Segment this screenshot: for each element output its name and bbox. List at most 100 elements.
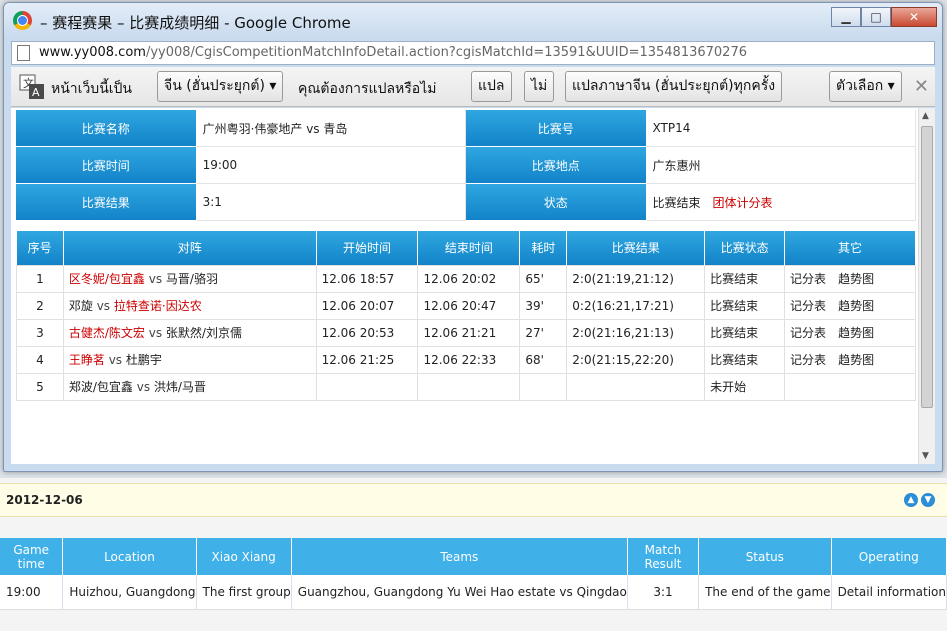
match-info-table: 比赛名称 广州粤羽·伟豪地产 vs 青岛 比赛号 XTP14 比赛时间 19:0… — [16, 110, 916, 221]
cell-matchup: 区冬妮/包宜鑫 vs 马晋/骆羽 — [62, 264, 317, 293]
scoresheet-link[interactable]: 记分表 — [790, 353, 826, 367]
collapse-up-icon[interactable]: ▲ — [904, 493, 918, 507]
right-players: 杜鹏宇 — [125, 353, 162, 367]
value-match-venue: 广东惠州 — [646, 147, 916, 184]
options-label: ตัวเลือก — [836, 78, 884, 94]
col-location: Location — [62, 538, 197, 575]
left-players: 区冬妮/包宜鑫 — [68, 272, 145, 286]
page-content: 比赛名称 广州粤羽·伟豪地产 vs 青岛 比赛号 XTP14 比赛时间 19:0… — [11, 108, 935, 464]
cell-start: 12.06 18:57 — [315, 264, 419, 293]
trend-chart-link[interactable]: 趋势图 — [838, 299, 874, 313]
value-match-number: XTP14 — [646, 110, 916, 147]
right-players: 洪炜/马晋 — [153, 380, 206, 394]
cell-location: Huizhou, Guangdong — [62, 575, 197, 610]
translate-prefix: หน้าเว็บนี้เป็น — [51, 81, 133, 97]
scroll-up-icon[interactable]: ▲ — [922, 111, 929, 121]
cell-duration — [519, 372, 568, 401]
cell-status: 比赛结束 — [704, 291, 786, 320]
label-match-number: 比赛号 — [465, 110, 647, 147]
cell-teams: Guangzhou, Guangdong Yu Wei Hao estate v… — [291, 575, 628, 610]
cell-number: 3 — [16, 318, 64, 347]
window-title: – 赛程赛果 – 比赛成绩明细 - Google Chrome — [40, 14, 351, 32]
vertical-scrollbar[interactable]: ▲ ▼ — [918, 108, 935, 464]
table-row: 3 古健杰/陈文宏 vs 张默然/刘京儒 12.06 20:53 12.06 2… — [16, 318, 916, 347]
date-bar: 2012-12-06 ▲ ▼ — [0, 483, 947, 517]
table-row: 4 王睁茗 vs 杜鹏宇 12.06 21:25 12.06 22:33 68'… — [16, 345, 916, 374]
col-status: Status — [698, 538, 832, 575]
col-other: 其它 — [784, 231, 916, 265]
trend-chart-link[interactable]: 趋势图 — [838, 326, 874, 340]
cell-other: 记分表 趋势图 — [784, 264, 916, 293]
page-icon — [17, 45, 30, 61]
col-matchup: 对阵 — [63, 231, 317, 265]
close-window-button[interactable]: ✕ — [891, 7, 937, 27]
info-row: 比赛名称 广州粤羽·伟豪地产 vs 青岛 比赛号 XTP14 — [16, 110, 916, 147]
url-text[interactable]: www.yy008.com/yy008/CgisCompetitionMatch… — [39, 45, 747, 60]
scroll-thumb[interactable] — [921, 126, 933, 408]
vs-label: vs — [108, 353, 123, 367]
cell-start: 12.06 20:07 — [315, 291, 419, 320]
maximize-button[interactable]: □ — [861, 7, 891, 27]
value-status: 比赛结束 团体计分表 — [646, 184, 916, 221]
close-translate-icon[interactable]: ✕ — [914, 76, 929, 97]
cell-end: 12.06 20:47 — [417, 291, 521, 320]
url-host: www.yy008.com — [39, 45, 146, 60]
vs-label: vs — [136, 380, 151, 394]
title-bar[interactable]: – 赛程赛果 – 比赛成绩明细 - Google Chrome ▁ □ ✕ — [4, 3, 942, 39]
scoresheet-link[interactable]: 记分表 — [790, 326, 826, 340]
right-players: 拉特查诺·因达农 — [113, 299, 202, 313]
cell-duration: 65' — [519, 264, 568, 293]
cell-game-time: 19:00 — [0, 575, 64, 610]
scoresheet-link[interactable]: 记分表 — [790, 299, 826, 313]
cell-result — [566, 372, 706, 401]
col-start-time: 开始时间 — [316, 231, 419, 265]
always-translate-button[interactable]: แปลภาษาจีน (ฮั่นประยุกต์)ทุกครั้ง — [565, 71, 783, 102]
col-duration: 耗时 — [519, 231, 568, 265]
detail-information-link[interactable]: Detail information — [831, 575, 947, 610]
cell-result: 2:0(21:19,21:12) — [566, 264, 706, 293]
cell-matchup: 邓旋 vs 拉特查诺·因达农 — [62, 291, 317, 320]
info-row: 比赛结果 3:1 状态 比赛结束 团体计分表 — [16, 184, 916, 221]
label-match-time: 比赛时间 — [16, 147, 197, 184]
cell-result: 2:0(21:15,22:20) — [566, 345, 706, 374]
translate-button[interactable]: แปล — [471, 71, 512, 102]
cell-start: 12.06 20:53 — [315, 318, 419, 347]
options-button[interactable]: ตัวเลือก ▾ — [829, 71, 902, 102]
date-label: 2012-12-06 — [6, 493, 83, 507]
scroll-down-icon[interactable]: ▼ — [922, 451, 929, 461]
cell-end — [417, 372, 521, 401]
cell-matchup: 郑波/包宜鑫 vs 洪炜/马晋 — [62, 372, 317, 401]
cell-other — [784, 372, 916, 401]
chrome-logo-icon — [13, 11, 32, 30]
translate-question: คุณต้องการแปลหรือไม่ — [298, 81, 437, 97]
cell-status: The end of the game — [698, 575, 832, 610]
value-match-result: 3:1 — [196, 184, 466, 221]
cell-match-result: 3:1 — [627, 575, 700, 610]
expand-down-icon[interactable]: ▼ — [921, 493, 935, 507]
trend-chart-link[interactable]: 趋势图 — [838, 272, 874, 286]
left-players: 邓旋 — [68, 299, 93, 313]
no-button[interactable]: ไม่ — [524, 71, 555, 102]
left-players: 古健杰/陈文宏 — [68, 326, 145, 340]
language-select[interactable]: จีน (ฮั่นประยุกต์) ▾ — [157, 71, 284, 102]
team-score-link[interactable]: 团体计分表 — [713, 196, 773, 210]
minimize-button[interactable]: ▁ — [831, 7, 861, 27]
right-players: 马晋/骆羽 — [165, 272, 218, 286]
cell-start: 12.06 21:25 — [315, 345, 419, 374]
left-players: 郑波/包宜鑫 — [68, 380, 133, 394]
chevron-down-icon: ▾ — [887, 78, 895, 94]
col-teams: Teams — [291, 538, 628, 575]
cell-status: 未开始 — [704, 372, 786, 401]
address-bar[interactable]: www.yy008.com/yy008/CgisCompetitionMatch… — [11, 41, 935, 65]
cell-other: 记分表 趋势图 — [784, 345, 916, 374]
table-row: 2 邓旋 vs 拉特查诺·因达农 12.06 20:07 12.06 20:47… — [16, 291, 916, 320]
scoresheet-link[interactable]: 记分表 — [790, 272, 826, 286]
info-row: 比赛时间 19:00 比赛地点 广东惠州 — [16, 147, 916, 184]
cell-status: 比赛结束 — [704, 318, 786, 347]
col-end-time: 结束时间 — [417, 231, 521, 265]
table-row: 1 区冬妮/包宜鑫 vs 马晋/骆羽 12.06 18:57 12.06 20:… — [16, 264, 916, 293]
trend-chart-link[interactable]: 趋势图 — [838, 353, 874, 367]
col-xiao-xiang: Xiao Xiang — [196, 538, 292, 575]
chevron-down-icon: ▾ — [269, 78, 277, 94]
cell-other: 记分表 趋势图 — [784, 291, 916, 320]
